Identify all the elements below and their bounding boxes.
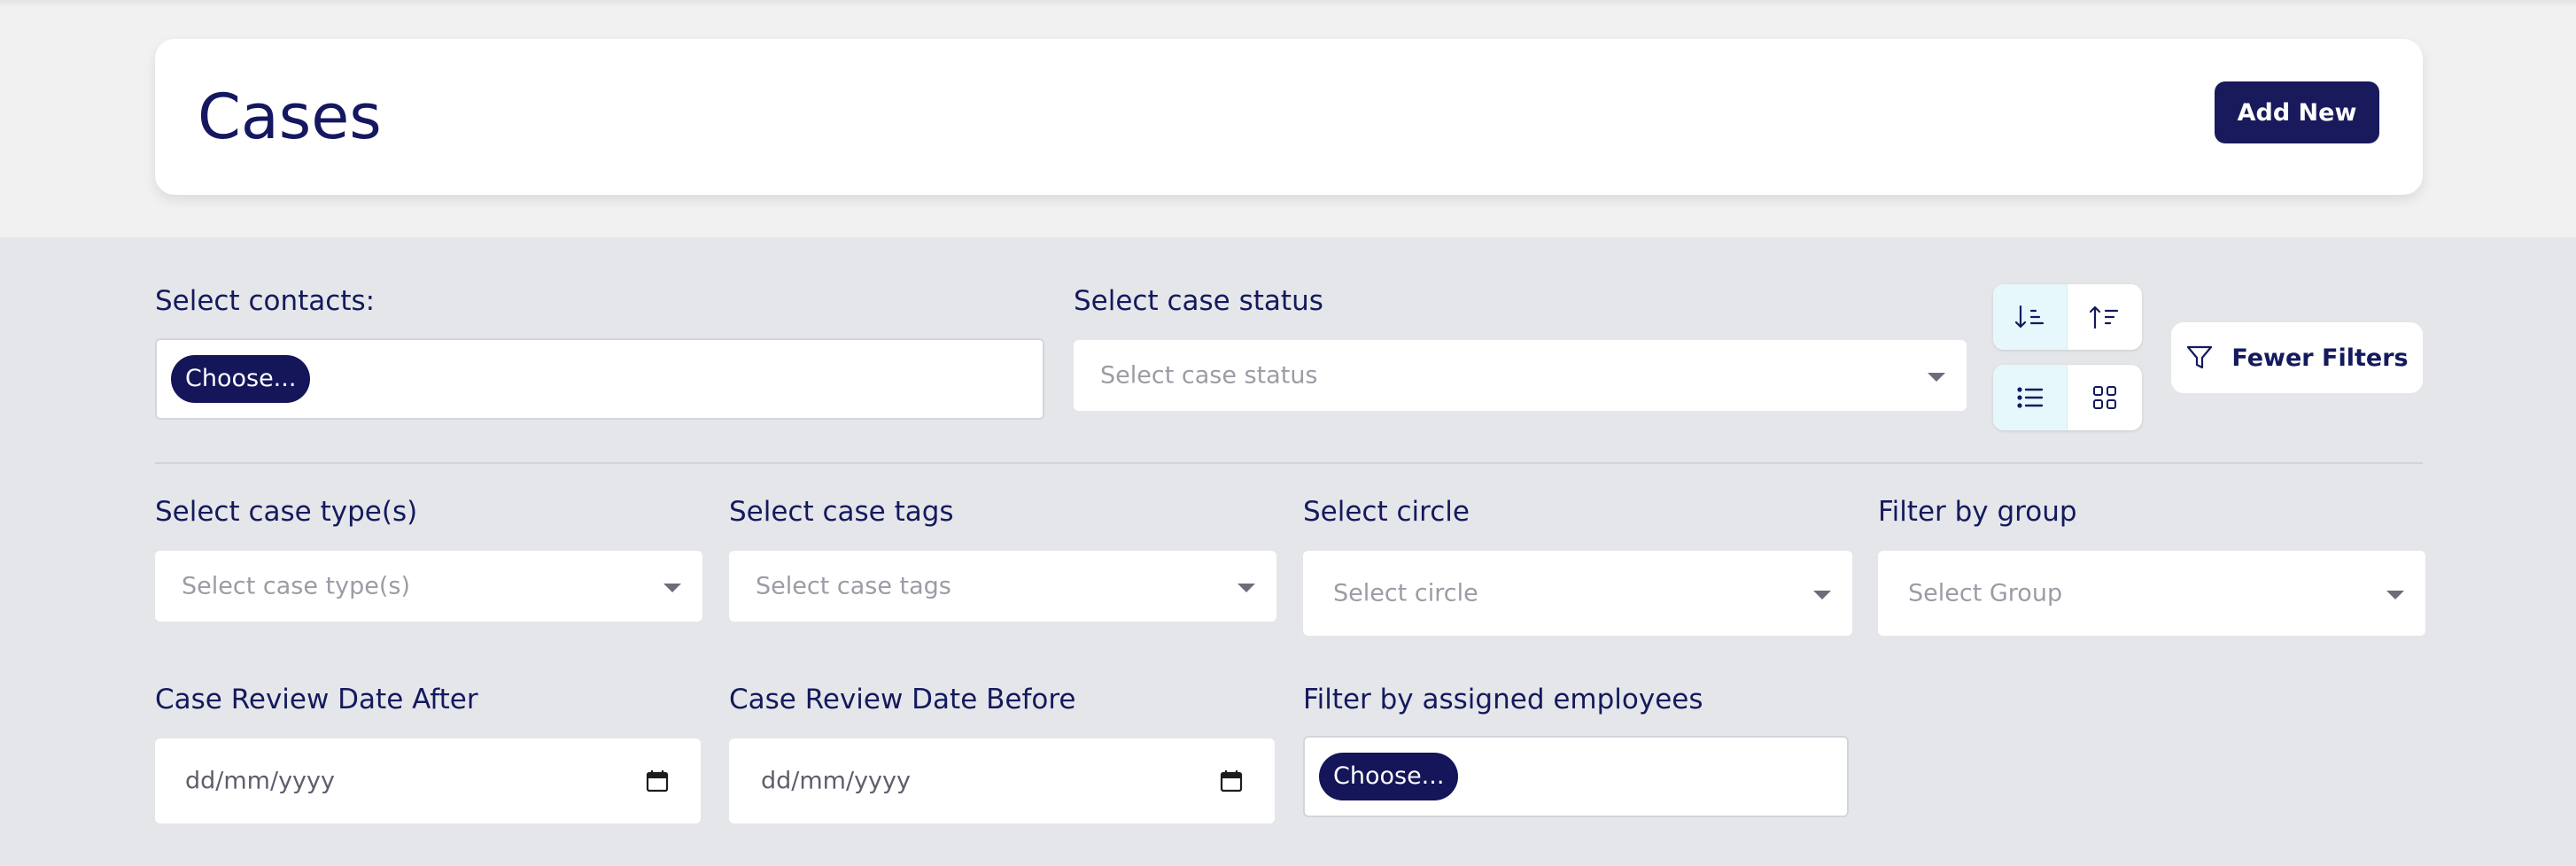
case-tags-select[interactable]: Select case tags [729,551,1276,622]
chevron-down-icon [663,584,681,592]
view-toggle-group [1993,365,2142,430]
group-select[interactable]: Select Group [1878,551,2425,636]
case-types-placeholder: Select case type(s) [182,572,410,600]
chevron-down-icon [1238,584,1255,592]
calendar-icon[interactable] [1220,769,1243,793]
circle-label: Select circle [1303,496,1470,528]
review-after-placeholder: dd/mm/yyyy [185,767,335,795]
review-before-placeholder: dd/mm/yyyy [761,767,911,795]
case-status-select[interactable]: Select case status [1074,340,1967,411]
grid-view-icon [2093,386,2116,409]
case-status-placeholder: Select case status [1100,361,1318,390]
group-placeholder: Select Group [1908,579,2063,607]
calendar-icon[interactable] [646,769,669,793]
contacts-choose-chip[interactable]: Choose... [171,355,311,403]
review-before-date-input[interactable]: dd/mm/yyyy [729,738,1275,823]
case-tags-placeholder: Select case tags [756,572,951,600]
filters-divider [155,462,2423,464]
page-title: Cases [198,81,382,153]
sort-toggle-group [1993,284,2142,350]
contacts-label: Select contacts: [155,285,376,317]
list-view-button[interactable] [1993,365,2068,430]
circle-placeholder: Select circle [1333,579,1478,607]
list-view-icon [2016,387,2043,408]
group-label: Filter by group [1878,496,2077,528]
review-after-label: Case Review Date After [155,684,478,715]
add-new-button[interactable]: Add New [2215,81,2379,143]
sort-ascending-button[interactable] [1993,284,2068,350]
fewer-filters-button[interactable]: Fewer Filters [2171,322,2423,393]
grid-view-button[interactable] [2068,365,2142,430]
case-types-label: Select case type(s) [155,496,418,528]
employees-choose-chip[interactable]: Choose... [1319,753,1459,800]
chevron-down-icon [1928,373,1945,382]
contacts-select[interactable]: Choose... [155,338,1044,420]
sort-ascending-icon [2014,305,2044,329]
case-status-label: Select case status [1074,285,1323,317]
circle-select[interactable]: Select circle [1303,551,1852,636]
employees-select[interactable]: Choose... [1303,736,1849,817]
header-card: Cases Add New [155,39,2423,195]
review-before-label: Case Review Date Before [729,684,1076,715]
fewer-filters-label: Fewer Filters [2231,344,2409,372]
case-types-select[interactable]: Select case type(s) [155,551,702,622]
review-after-date-input[interactable]: dd/mm/yyyy [155,738,701,823]
sort-descending-button[interactable] [2068,284,2142,350]
filter-icon [2187,345,2213,369]
sort-descending-icon [2090,305,2119,329]
case-tags-label: Select case tags [729,496,954,528]
employees-label: Filter by assigned employees [1303,684,1703,715]
top-shadow [0,0,2576,7]
chevron-down-icon [1813,591,1831,599]
chevron-down-icon [2386,591,2404,599]
